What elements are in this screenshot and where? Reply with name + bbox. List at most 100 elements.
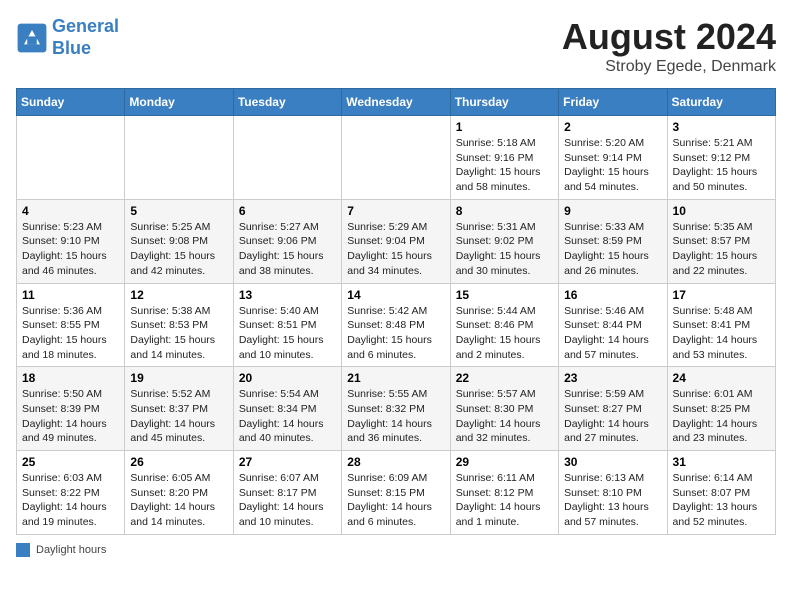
weekday-header: Thursday xyxy=(450,89,558,116)
calendar-cell: 13 Sunrise: 5:40 AMSunset: 8:51 PMDayligh… xyxy=(233,283,341,367)
calendar: SundayMondayTuesdayWednesdayThursdayFrid… xyxy=(16,88,776,535)
calendar-cell xyxy=(233,116,341,200)
legend-label: Daylight hours xyxy=(36,544,106,556)
weekday-header: Saturday xyxy=(667,89,775,116)
calendar-week-row: 1Sunrise: 5:18 AMSunset: 9:16 PMDaylight… xyxy=(17,116,776,200)
day-info: Sunrise: 5:55 AMSunset: 8:32 PMDaylight:… xyxy=(347,387,444,446)
calendar-cell: 4 Sunrise: 5:23 AMSunset: 9:10 PMDaylight… xyxy=(17,199,125,283)
calendar-week-row: 18 Sunrise: 5:50 AMSunset: 8:39 PMDayligh… xyxy=(17,367,776,451)
calendar-cell: 7Sunrise: 5:29 AMSunset: 9:04 PMDaylight… xyxy=(342,199,450,283)
weekday-header: Sunday xyxy=(17,89,125,116)
day-number: 18 xyxy=(22,371,119,385)
calendar-cell: 23Sunrise: 5:59 AMSunset: 8:27 PMDayligh… xyxy=(559,367,667,451)
calendar-cell: 18 Sunrise: 5:50 AMSunset: 8:39 PMDayligh… xyxy=(17,367,125,451)
day-info: Sunrise: 5:33 AMSunset: 8:59 PMDaylight:… xyxy=(564,220,661,279)
calendar-cell xyxy=(125,116,233,200)
calendar-cell: 30Sunrise: 6:13 AMSunset: 8:10 PMDayligh… xyxy=(559,451,667,535)
calendar-cell: 31 Sunrise: 6:14 AMSunset: 8:07 PMDayligh… xyxy=(667,451,775,535)
day-number: 3 xyxy=(673,120,770,134)
logo: General Blue xyxy=(16,16,119,59)
calendar-cell: 6 Sunrise: 5:27 AMSunset: 9:06 PMDaylight… xyxy=(233,199,341,283)
day-info: Sunrise: 5:57 AMSunset: 8:30 PMDaylight:… xyxy=(456,387,553,446)
calendar-cell: 19 Sunrise: 5:52 AMSunset: 8:37 PMDayligh… xyxy=(125,367,233,451)
day-number: 5 xyxy=(130,204,227,218)
day-number: 4 xyxy=(22,204,119,218)
day-info: Sunrise: 5:27 AMSunset: 9:06 PMDaylight:… xyxy=(239,220,336,279)
day-number: 29 xyxy=(456,455,553,469)
day-number: 19 xyxy=(130,371,227,385)
page-header: General Blue August 2024 Stroby Egede, D… xyxy=(16,16,776,76)
calendar-cell: 24Sunrise: 6:01 AMSunset: 8:25 PMDayligh… xyxy=(667,367,775,451)
calendar-cell: 17Sunrise: 5:48 AMSunset: 8:41 PMDayligh… xyxy=(667,283,775,367)
day-number: 12 xyxy=(130,288,227,302)
calendar-cell: 11 Sunrise: 5:36 AMSunset: 8:55 PMDayligh… xyxy=(17,283,125,367)
day-info: Sunrise: 5:50 AMSunset: 8:39 PMDaylight:… xyxy=(22,387,119,446)
calendar-cell: 20 Sunrise: 5:54 AMSunset: 8:34 PMDayligh… xyxy=(233,367,341,451)
day-info: Sunrise: 5:54 AMSunset: 8:34 PMDaylight:… xyxy=(239,387,336,446)
day-number: 17 xyxy=(673,288,770,302)
day-number: 6 xyxy=(239,204,336,218)
day-number: 11 xyxy=(22,288,119,302)
calendar-cell: 8 Sunrise: 5:31 AMSunset: 9:02 PMDaylight… xyxy=(450,199,558,283)
day-info: Sunrise: 5:46 AMSunset: 8:44 PMDaylight:… xyxy=(564,304,661,363)
logo-icon xyxy=(16,22,48,54)
calendar-cell: 10Sunrise: 5:35 AMSunset: 8:57 PMDayligh… xyxy=(667,199,775,283)
day-number: 26 xyxy=(130,455,227,469)
location: Stroby Egede, Denmark xyxy=(562,58,776,76)
weekday-header: Monday xyxy=(125,89,233,116)
day-info: Sunrise: 6:14 AMSunset: 8:07 PMDaylight:… xyxy=(673,471,770,530)
day-number: 27 xyxy=(239,455,336,469)
day-info: Sunrise: 5:23 AMSunset: 9:10 PMDaylight:… xyxy=(22,220,119,279)
day-number: 31 xyxy=(673,455,770,469)
title-block: August 2024 Stroby Egede, Denmark xyxy=(562,16,776,76)
calendar-week-row: 4 Sunrise: 5:23 AMSunset: 9:10 PMDaylight… xyxy=(17,199,776,283)
calendar-cell: 9 Sunrise: 5:33 AMSunset: 8:59 PMDaylight… xyxy=(559,199,667,283)
day-info: Sunrise: 6:05 AMSunset: 8:20 PMDaylight:… xyxy=(130,471,227,530)
calendar-cell: 1Sunrise: 5:18 AMSunset: 9:16 PMDaylight… xyxy=(450,116,558,200)
calendar-cell: 29Sunrise: 6:11 AMSunset: 8:12 PMDayligh… xyxy=(450,451,558,535)
day-number: 2 xyxy=(564,120,661,134)
day-info: Sunrise: 5:18 AMSunset: 9:16 PMDaylight:… xyxy=(456,136,553,195)
calendar-cell: 27 Sunrise: 6:07 AMSunset: 8:17 PMDayligh… xyxy=(233,451,341,535)
day-info: Sunrise: 5:59 AMSunset: 8:27 PMDaylight:… xyxy=(564,387,661,446)
calendar-cell: 14 Sunrise: 5:42 AMSunset: 8:48 PMDayligh… xyxy=(342,283,450,367)
day-number: 15 xyxy=(456,288,553,302)
day-info: Sunrise: 6:09 AMSunset: 8:15 PMDaylight:… xyxy=(347,471,444,530)
day-number: 8 xyxy=(456,204,553,218)
day-number: 9 xyxy=(564,204,661,218)
calendar-cell: 21Sunrise: 5:55 AMSunset: 8:32 PMDayligh… xyxy=(342,367,450,451)
day-number: 14 xyxy=(347,288,444,302)
weekday-header: Friday xyxy=(559,89,667,116)
day-info: Sunrise: 6:07 AMSunset: 8:17 PMDaylight:… xyxy=(239,471,336,530)
day-info: Sunrise: 5:42 AMSunset: 8:48 PMDaylight:… xyxy=(347,304,444,363)
day-number: 20 xyxy=(239,371,336,385)
day-info: Sunrise: 5:21 AMSunset: 9:12 PMDaylight:… xyxy=(673,136,770,195)
logo-line2: Blue xyxy=(52,38,91,58)
legend: Daylight hours xyxy=(16,543,776,557)
weekday-header: Wednesday xyxy=(342,89,450,116)
calendar-cell: 5Sunrise: 5:25 AMSunset: 9:08 PMDaylight… xyxy=(125,199,233,283)
day-info: Sunrise: 5:52 AMSunset: 8:37 PMDaylight:… xyxy=(130,387,227,446)
day-number: 13 xyxy=(239,288,336,302)
day-info: Sunrise: 5:20 AMSunset: 9:14 PMDaylight:… xyxy=(564,136,661,195)
day-number: 22 xyxy=(456,371,553,385)
day-number: 25 xyxy=(22,455,119,469)
legend-box xyxy=(16,543,30,557)
calendar-cell: 28Sunrise: 6:09 AMSunset: 8:15 PMDayligh… xyxy=(342,451,450,535)
day-info: Sunrise: 5:36 AMSunset: 8:55 PMDaylight:… xyxy=(22,304,119,363)
calendar-cell: 15Sunrise: 5:44 AMSunset: 8:46 PMDayligh… xyxy=(450,283,558,367)
calendar-week-row: 11 Sunrise: 5:36 AMSunset: 8:55 PMDayligh… xyxy=(17,283,776,367)
day-info: Sunrise: 5:40 AMSunset: 8:51 PMDaylight:… xyxy=(239,304,336,363)
calendar-cell: 12 Sunrise: 5:38 AMSunset: 8:53 PMDayligh… xyxy=(125,283,233,367)
calendar-cell: 16 Sunrise: 5:46 AMSunset: 8:44 PMDayligh… xyxy=(559,283,667,367)
day-info: Sunrise: 6:03 AMSunset: 8:22 PMDaylight:… xyxy=(22,471,119,530)
calendar-cell xyxy=(17,116,125,200)
logo-line1: General xyxy=(52,16,119,36)
calendar-cell: 3 Sunrise: 5:21 AMSunset: 9:12 PMDaylight… xyxy=(667,116,775,200)
calendar-cell: 25 Sunrise: 6:03 AMSunset: 8:22 PMDayligh… xyxy=(17,451,125,535)
day-number: 30 xyxy=(564,455,661,469)
day-number: 10 xyxy=(673,204,770,218)
day-number: 16 xyxy=(564,288,661,302)
day-info: Sunrise: 5:31 AMSunset: 9:02 PMDaylight:… xyxy=(456,220,553,279)
day-info: Sunrise: 5:38 AMSunset: 8:53 PMDaylight:… xyxy=(130,304,227,363)
